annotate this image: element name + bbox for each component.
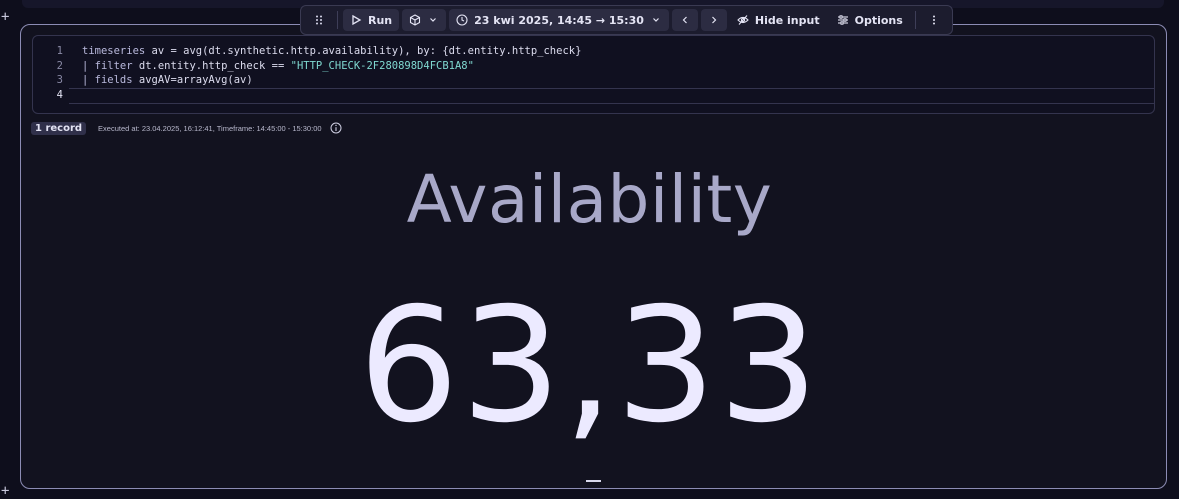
run-button-label: Run: [368, 13, 393, 27]
record-count-badge: 1 record: [31, 121, 87, 135]
chevron-left-icon: [679, 14, 691, 26]
play-icon: [350, 14, 362, 26]
code-text: avgAV=arrayAvg(av): [132, 74, 253, 86]
info-icon[interactable]: [330, 122, 342, 134]
code-line[interactable]: | fields avgAV=arrayAvg(av): [82, 73, 581, 88]
cube-icon: [409, 14, 421, 26]
line-number: 2: [56, 59, 63, 72]
code-text: dt.entity.http_check ==: [132, 59, 291, 72]
code-keyword: | filter: [82, 59, 133, 72]
code-line[interactable]: [82, 88, 581, 103]
timeframe-next-button[interactable]: [700, 9, 727, 31]
single-value-number: 63,33: [358, 274, 821, 458]
code-keyword: timeseries: [82, 45, 146, 57]
sliders-icon: [837, 14, 849, 26]
section-resize-handle[interactable]: [586, 480, 601, 482]
line-number: 1: [56, 45, 63, 57]
single-value-label: Availability: [406, 161, 773, 238]
hide-input-label: Hide input: [754, 13, 820, 27]
chevron-down-icon: [650, 14, 662, 26]
dql-query-editor[interactable]: 1 2 3 4 timeseries av = avg(dt.synthetic…: [32, 35, 1155, 114]
section-toolbar: Run 23 kwi 2025, 14:45 → 15:30 Hide inpu…: [300, 5, 953, 35]
more-vertical-icon: [928, 14, 940, 26]
add-section-icon-bottom[interactable]: +: [1, 484, 9, 498]
data-source-dropdown[interactable]: [402, 9, 447, 31]
code-lines[interactable]: timeseries av = avg(dt.synthetic.http.av…: [82, 44, 581, 102]
options-label: Options: [854, 13, 903, 27]
drag-handle[interactable]: [306, 9, 332, 31]
timeframe-previous-button[interactable]: [671, 9, 698, 31]
code-line[interactable]: timeseries av = avg(dt.synthetic.http.av…: [82, 44, 581, 59]
toolbar-divider: [914, 11, 916, 29]
line-number: 4: [56, 88, 63, 101]
timeframe-selector[interactable]: 23 kwi 2025, 14:45 → 15:30: [449, 9, 669, 31]
chevron-down-icon: [427, 14, 439, 26]
chevron-right-icon: [708, 14, 720, 26]
more-actions-button[interactable]: [921, 9, 947, 31]
hide-input-button[interactable]: Hide input: [730, 9, 827, 31]
query-result-meta: 1 record Executed at: 23.04.2025, 16:12:…: [31, 120, 342, 136]
code-text: av = avg(dt.synthetic.http.availability)…: [145, 45, 582, 57]
line-number-gutter: 1 2 3 4: [33, 44, 69, 102]
line-number: 3: [56, 74, 63, 86]
run-button[interactable]: Run: [343, 9, 400, 31]
code-keyword: | fields: [82, 74, 133, 86]
timeframe-label: 23 kwi 2025, 14:45 → 15:30: [474, 13, 644, 27]
code-string: "HTTP_CHECK-2F280898D4FCB1A8": [290, 59, 474, 72]
clock-icon: [456, 14, 468, 26]
drag-handle-icon: [313, 14, 325, 26]
notebook-page: + + Run 23 kwi 2025, 14:45 → 15:30 Hide …: [0, 0, 1179, 499]
options-button[interactable]: Options: [830, 9, 910, 31]
execution-info: Executed at: 23.04.2025, 16:12:41, Timef…: [98, 123, 322, 133]
eye-off-icon: [737, 14, 749, 26]
code-line[interactable]: | filter dt.entity.http_check == "HTTP_C…: [82, 59, 581, 74]
toolbar-divider: [337, 11, 338, 29]
add-section-icon[interactable]: +: [1, 10, 9, 24]
